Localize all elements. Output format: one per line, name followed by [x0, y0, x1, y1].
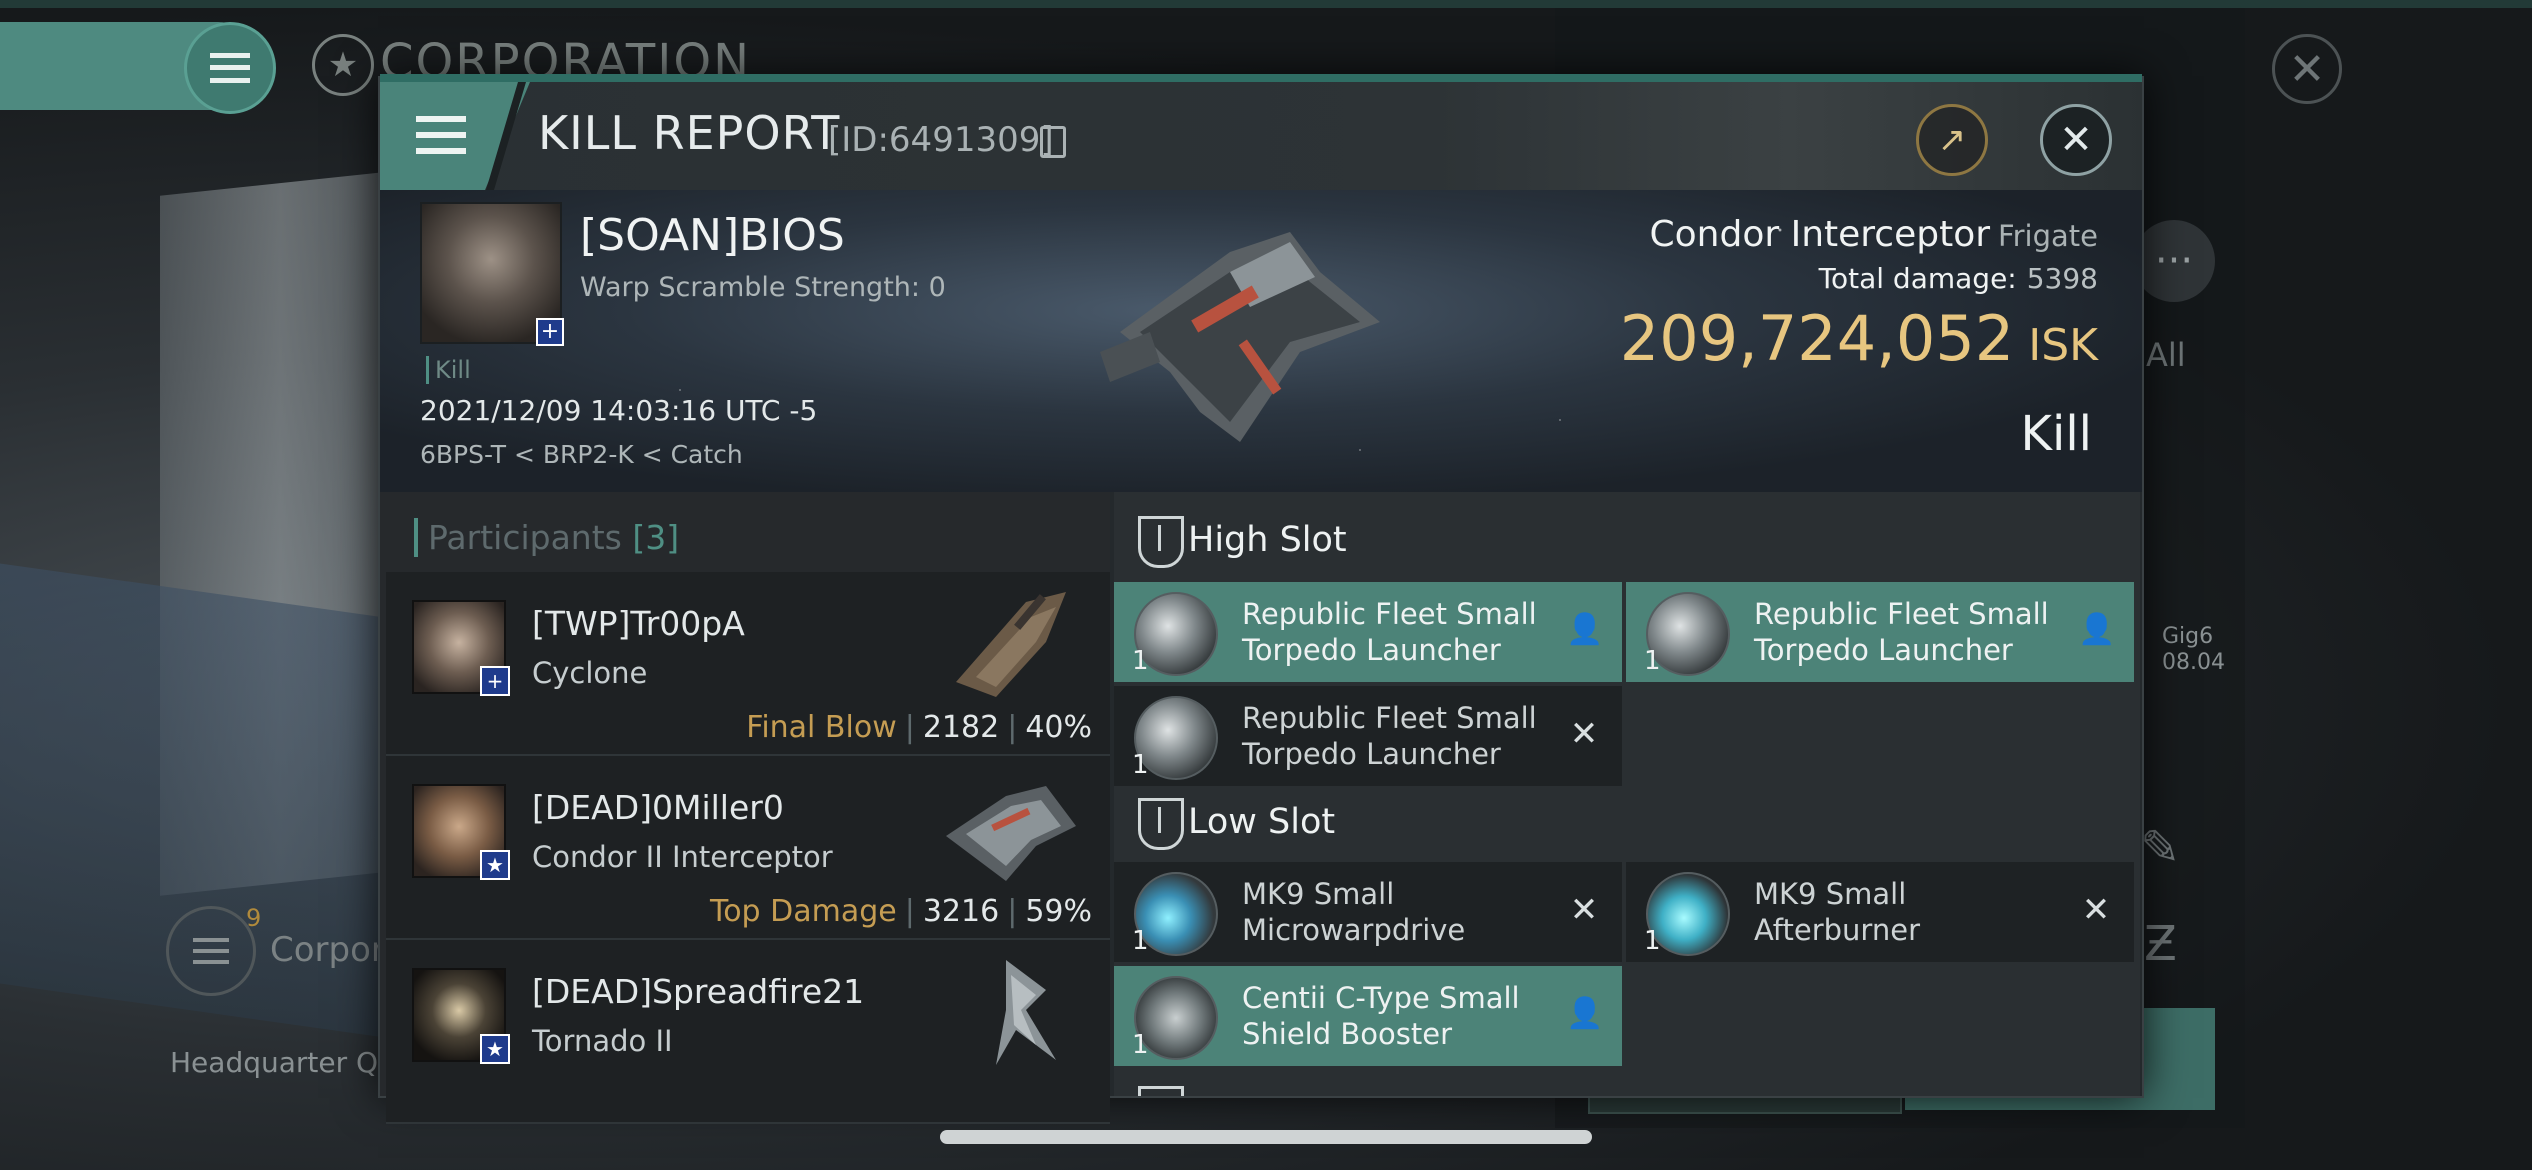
headquarter-label: Headquarter Q-T [170, 1046, 404, 1079]
destroyed-x-icon: ✕ [1569, 890, 1599, 930]
module-quantity: 1 [1644, 926, 1661, 956]
participant-ship: Cyclone [532, 656, 648, 690]
participant-name: [TWP]Tr00pA [532, 604, 745, 643]
external-link-icon: ↗ [1937, 120, 1967, 160]
participant-name: [DEAD]Spreadfire21 [532, 972, 865, 1011]
dropped-person-icon: 👤 [1566, 996, 1604, 1031]
participant-name: [DEAD]0Miller0 [532, 788, 784, 827]
participant-row[interactable]: + [TWP]Tr00pA Cyclone Final Blow | 2182 | 40… [386, 572, 1110, 756]
page-title: KILL REPORT [538, 106, 841, 160]
corporation-menu-button[interactable] [166, 906, 256, 996]
module-slot[interactable]: 1 MK9 Small Afterburner ✕ [1626, 862, 2134, 962]
module-slot[interactable]: 1 Republic Fleet Small Torpedo Launcher ✕ [1114, 686, 1622, 786]
kill-datetime: 2021/12/09 14:03:16 UTC -5 [420, 394, 818, 427]
victim-ship-name: Condor Interceptor Frigate [1649, 214, 2099, 255]
more-options-icon[interactable]: ··· [2133, 220, 2215, 302]
dropped-person-icon: 👤 [1566, 612, 1604, 647]
list-icon [193, 938, 229, 964]
total-damage: Total damage: 5398 [1818, 262, 2098, 295]
hamburger-icon [210, 53, 250, 83]
participants-header: Participants [3] [414, 518, 679, 557]
module-quantity: 1 [1644, 646, 1661, 676]
sort-settings-icon[interactable]: Ƶ [2144, 916, 2177, 972]
background-close-icon[interactable]: ✕ [2272, 34, 2342, 104]
standing-badge: ★ [480, 1034, 510, 1064]
module-name: Republic Fleet Small Torpedo Launcher [1754, 597, 2049, 667]
module-name: MK9 Small Afterburner [1754, 877, 1920, 947]
edit-icon[interactable]: ✎ [2140, 820, 2180, 876]
module-slot[interactable]: 1 Republic Fleet Small Torpedo Launcher 👤 [1114, 582, 1622, 682]
kill-tag: Kill [426, 356, 471, 384]
module-quantity: 1 [1132, 1030, 1149, 1060]
victim-banner: + [SOAN]BIOS Warp Scramble Strength: 0 K… [380, 190, 2142, 492]
destroyed-x-icon: ✕ [1569, 714, 1599, 754]
destroyed-x-icon: ✕ [2081, 890, 2111, 930]
standing-badge: + [480, 666, 510, 696]
participant-ship: Tornado II [532, 1024, 673, 1058]
standing-badge: ★ [480, 850, 510, 880]
background-gig-label: Gig6 08.04 [2162, 624, 2225, 675]
corporation-count: 9 [246, 904, 262, 932]
isk-value: 209,724,052 ISK [1619, 302, 2098, 375]
ship-class: Frigate [1998, 219, 2098, 253]
participant-stats: Top Damage | 3216 | 59% [709, 894, 1092, 929]
warp-scramble-strength: Warp Scramble Strength: 0 [580, 272, 946, 303]
module-name: MK9 Small Microwarpdrive [1242, 877, 1466, 947]
close-icon: ✕ [2059, 117, 2093, 163]
module-slot[interactable]: 1 MK9 Small Microwarpdrive ✕ [1114, 862, 1622, 962]
fitting-panel: High Slot 1 Republic Fleet Small Torpedo … [1114, 492, 2140, 1096]
report-id: [ID:6491309] [828, 120, 1054, 160]
result-label: Kill [2020, 406, 2092, 462]
share-button[interactable]: ↗ [1916, 104, 1988, 176]
module-quantity: 1 [1132, 926, 1149, 956]
mid-slot-icon [1138, 1086, 1184, 1096]
corporation-row-label: Corpor [270, 930, 385, 970]
participant-row[interactable]: ★ [DEAD]0Miller0 Condor II Interceptor T… [386, 756, 1110, 940]
modal-accent-bar [380, 74, 2142, 82]
main-menu-button[interactable] [184, 22, 276, 114]
top-accent-line [0, 0, 2532, 8]
high-slot-title: High Slot [1188, 520, 1347, 560]
module-name: Republic Fleet Small Torpedo Launcher [1242, 701, 1537, 771]
close-button[interactable]: ✕ [2040, 104, 2112, 176]
high-slot-icon [1138, 516, 1184, 568]
participant-ship-image [956, 592, 1066, 697]
module-slot[interactable]: 1 Republic Fleet Small Torpedo Launcher 👤 [1626, 582, 2134, 682]
participant-row[interactable]: ★ [DEAD]Spreadfire21 Tornado II [386, 940, 1110, 1124]
all-filter-label[interactable]: All [2146, 336, 2186, 374]
victim-ship-image [1100, 232, 1380, 442]
dropped-person-icon: 👤 [2078, 612, 2116, 647]
module-quantity: 1 [1132, 646, 1149, 676]
low-slot-icon [1138, 798, 1184, 850]
participant-ship: Condor II Interceptor [532, 840, 833, 874]
participant-ship-image [996, 960, 1056, 1065]
participants-panel: Participants [3] + [TWP]Tr00pA Cyclone F… [380, 492, 1110, 1124]
hamburger-icon [416, 116, 466, 154]
kill-report-modal: KILL REPORT [ID:6491309] ↗ ✕ + [SOAN]BIO… [378, 74, 2144, 1124]
victim-standing-badge: + [536, 318, 564, 346]
modal-header: KILL REPORT [ID:6491309] ↗ ✕ [380, 82, 2142, 190]
corporation-star-icon: ★ [312, 34, 374, 96]
victim-name[interactable]: [SOAN]BIOS [580, 210, 845, 261]
home-indicator[interactable] [940, 1130, 1592, 1144]
module-slot[interactable]: 1 Centii C-Type Small Shield Booster 👤 [1114, 966, 1622, 1066]
copy-icon[interactable] [1040, 126, 1066, 158]
participant-stats: Final Blow | 2182 | 40% [746, 710, 1092, 745]
module-name: Republic Fleet Small Torpedo Launcher [1242, 597, 1537, 667]
module-name: Centii C-Type Small Shield Booster [1242, 981, 1520, 1051]
participant-ship-image [946, 786, 1076, 881]
low-slot-title: Low Slot [1188, 802, 1336, 842]
kill-location[interactable]: 6BPS-T < BRP2-K < Catch [420, 440, 743, 469]
module-quantity: 1 [1132, 750, 1149, 780]
